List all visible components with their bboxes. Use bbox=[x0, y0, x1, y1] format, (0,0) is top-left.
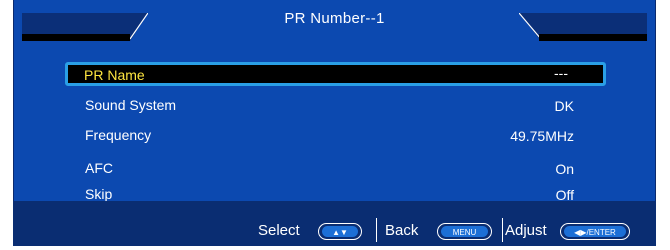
menu-item-label: AFC bbox=[85, 160, 113, 176]
select-hint: Select bbox=[258, 222, 300, 239]
menu-key-label: MENU bbox=[452, 228, 477, 237]
menu-item-sound-system[interactable]: Sound System DK bbox=[71, 95, 579, 117]
enter-key-label: ◀▶/ENTER bbox=[574, 228, 616, 237]
menu-item-label: Skip bbox=[85, 186, 113, 202]
page-title: PR Number--1 bbox=[284, 10, 385, 27]
menu-item-label: Frequency bbox=[85, 127, 152, 143]
menu-item-value: DK bbox=[554, 98, 574, 114]
enter-key-icon[interactable]: ◀▶/ENTER bbox=[560, 223, 630, 240]
key-face: ◀▶/ENTER bbox=[564, 226, 626, 237]
menu-item-value: --- bbox=[554, 65, 568, 81]
footer-divider bbox=[376, 218, 377, 242]
select-key-label: ▲▼ bbox=[332, 228, 348, 237]
menu-item-label: PR Name bbox=[84, 67, 145, 83]
menu-item-frequency[interactable]: Frequency 49.75MHz bbox=[71, 125, 579, 147]
menu-item-value: On bbox=[555, 161, 574, 177]
footer-divider bbox=[502, 218, 503, 242]
back-hint: Back bbox=[385, 222, 419, 239]
menu-item-pr-name[interactable]: PR Name --- bbox=[65, 62, 606, 86]
key-face: MENU bbox=[441, 226, 488, 237]
select-key-icon[interactable]: ▲▼ bbox=[318, 223, 362, 240]
menu-item-value: 49.75MHz bbox=[510, 128, 574, 144]
adjust-hint: Adjust bbox=[505, 222, 547, 239]
menu-item-afc[interactable]: AFC On bbox=[71, 158, 579, 180]
key-face: ▲▼ bbox=[322, 226, 358, 237]
menu-key-icon[interactable]: MENU bbox=[437, 223, 492, 240]
menu-item-label: Sound System bbox=[85, 97, 177, 113]
